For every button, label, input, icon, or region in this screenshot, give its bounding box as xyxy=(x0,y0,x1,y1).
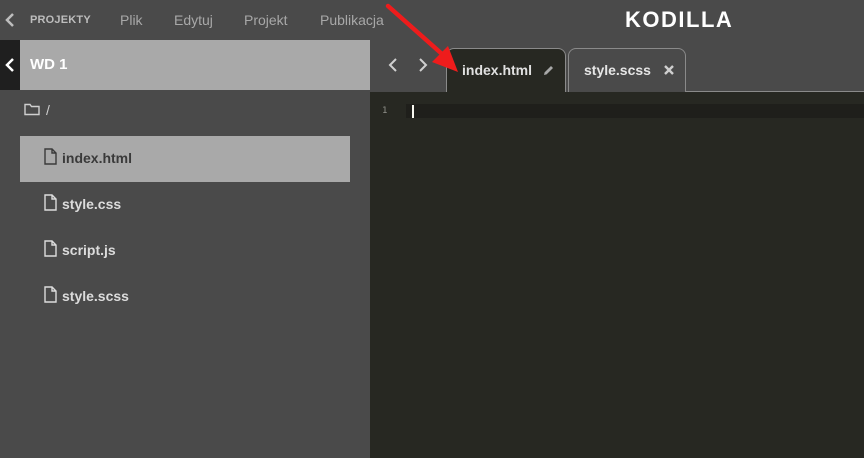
file-icon xyxy=(44,286,57,303)
file-item-style-css[interactable]: style.css xyxy=(20,182,350,228)
file-item-label: index.html xyxy=(62,150,133,166)
project-title: WD 1 xyxy=(30,56,68,73)
file-item-label: style.scss xyxy=(62,288,129,304)
menu-edit[interactable]: Edytuj xyxy=(174,0,213,40)
file-icon xyxy=(44,240,57,257)
chevron-left-icon xyxy=(5,58,14,72)
annotation-arrow-icon xyxy=(385,3,458,72)
sidebar-collapse-button[interactable] xyxy=(0,40,20,90)
root-folder-label: / xyxy=(46,102,50,118)
pencil-icon xyxy=(544,66,553,75)
file-item-index-html[interactable]: index.html xyxy=(20,136,350,182)
project-header: WD 1 xyxy=(0,40,370,90)
file-item-style-scss[interactable]: style.scss xyxy=(20,274,350,320)
brand-logo: KODILLA xyxy=(625,7,734,32)
tab-label: style.scss xyxy=(584,62,651,78)
tab-label: index.html xyxy=(462,62,533,78)
menu-file[interactable]: Plik xyxy=(120,0,143,40)
menu-project[interactable]: Projekt xyxy=(244,0,288,40)
text-cursor xyxy=(412,105,414,118)
line-number: 1 xyxy=(382,106,388,116)
file-item-label: style.css xyxy=(62,196,122,212)
file-icon xyxy=(44,148,57,165)
menu-publication[interactable]: Publikacja xyxy=(320,0,384,40)
file-item-label: script.js xyxy=(62,242,116,258)
close-icon[interactable] xyxy=(663,64,675,76)
active-line-highlight xyxy=(406,104,864,118)
tab-style-scss[interactable]: style.scss xyxy=(568,48,686,92)
menu-projects[interactable]: PROJEKTY xyxy=(30,0,91,40)
chevron-left-icon[interactable] xyxy=(3,12,17,28)
file-icon xyxy=(44,194,57,211)
file-item-script-js[interactable]: script.js xyxy=(20,228,350,274)
folder-icon xyxy=(24,103,40,116)
code-editor[interactable]: 1 xyxy=(370,92,864,458)
project-sidebar: WD 1 / index.html style.css script.js st… xyxy=(0,40,370,458)
